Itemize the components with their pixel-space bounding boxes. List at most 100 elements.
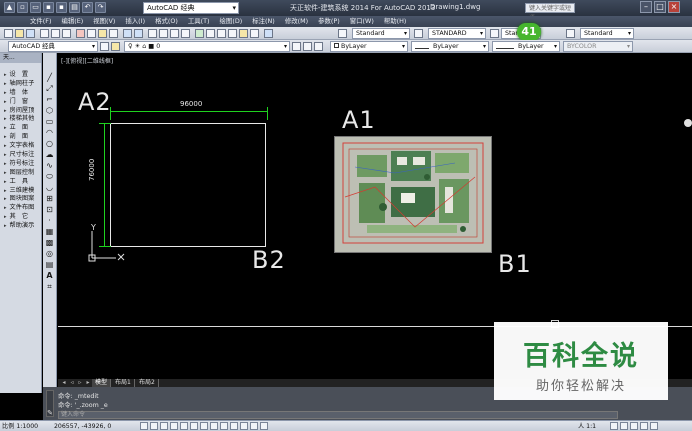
- rectangle-a2[interactable]: [110, 123, 266, 247]
- layer-previous-icon[interactable]: [303, 42, 312, 51]
- menu-parametric[interactable]: 参数(P): [318, 16, 340, 27]
- menu-window[interactable]: 窗口(W): [350, 16, 374, 27]
- workspace-switching-icon[interactable]: [610, 422, 618, 430]
- design-center-icon[interactable]: [206, 29, 215, 38]
- linetype-select[interactable]: ByLayer ▾: [411, 41, 489, 52]
- menu-edit[interactable]: 编辑(E): [61, 16, 83, 27]
- new-icon[interactable]: ▫: [17, 2, 28, 13]
- palette-item-file-layout[interactable]: 文件布图: [0, 204, 41, 213]
- region-icon[interactable]: ◎: [44, 249, 55, 258]
- spline-icon[interactable]: ∿: [44, 161, 55, 170]
- object-snap-icon[interactable]: [180, 422, 188, 430]
- lock-icon[interactable]: [620, 422, 628, 430]
- save-icon[interactable]: [26, 29, 35, 38]
- make-current-layer-icon[interactable]: [292, 42, 301, 51]
- sheet-set-icon[interactable]: [228, 29, 237, 38]
- wrench-icon[interactable]: ✎: [46, 409, 54, 417]
- ellipse-icon[interactable]: ⬭: [44, 172, 55, 181]
- help-icon[interactable]: [264, 29, 273, 38]
- navigation-bar-knob[interactable]: [684, 119, 692, 127]
- tab-next-icon[interactable]: ▹: [76, 379, 84, 387]
- save-as-icon[interactable]: ▪: [56, 2, 67, 13]
- palette-item-settings[interactable]: 设 置: [0, 71, 41, 80]
- open-icon[interactable]: [15, 29, 24, 38]
- redo-icon[interactable]: ↷: [95, 2, 106, 13]
- mleader-style-select[interactable]: Standard ▾: [580, 28, 634, 39]
- cursor-coordinates[interactable]: 206557, -43926, 0: [54, 422, 111, 431]
- dim-style-select[interactable]: STANDARD ▾: [428, 28, 486, 39]
- minimize-icon[interactable]: –: [640, 1, 652, 13]
- gradient-icon[interactable]: ▩: [44, 238, 55, 247]
- help-search-input[interactable]: 键入关键字或短语: [525, 3, 575, 22]
- tool-palettes-icon[interactable]: [217, 29, 226, 38]
- menu-help[interactable]: 帮助(H): [384, 16, 407, 27]
- workspace-switch[interactable]: AutoCAD 经典 ▾: [143, 2, 239, 14]
- layer-states-icon[interactable]: [314, 42, 323, 51]
- app-menu-icon[interactable]: ▲: [4, 2, 15, 13]
- properties-icon[interactable]: [195, 29, 204, 38]
- palette-item-other[interactable]: 其 它: [0, 213, 41, 222]
- add-selected-icon[interactable]: ⌗: [44, 282, 55, 291]
- palette-item-stairs[interactable]: 楼梯其他: [0, 115, 41, 124]
- hardware-acceleration-icon[interactable]: [630, 422, 638, 430]
- undo-icon[interactable]: [123, 29, 132, 38]
- mtext-icon[interactable]: A: [44, 271, 55, 280]
- selection-cycling-icon[interactable]: [260, 422, 268, 430]
- menu-draw[interactable]: 绘图(D): [220, 16, 243, 27]
- save-icon[interactable]: ▪: [43, 2, 54, 13]
- dim-style-icon[interactable]: [414, 29, 423, 38]
- copy-icon[interactable]: [87, 29, 96, 38]
- markup-icon[interactable]: [239, 29, 248, 38]
- polygon-icon[interactable]: ⬡: [44, 106, 55, 115]
- make-block-icon[interactable]: ⊡: [44, 205, 55, 214]
- maximize-icon[interactable]: □: [654, 1, 666, 13]
- snap-mode-icon[interactable]: [140, 422, 148, 430]
- undo-icon[interactable]: ↶: [82, 2, 93, 13]
- tab-first-icon[interactable]: ◂: [60, 379, 68, 387]
- lineweight-display-icon[interactable]: [230, 422, 238, 430]
- command-input[interactable]: 键入命令: [58, 411, 618, 419]
- annotation-scale[interactable]: 人 1:1: [578, 422, 596, 431]
- menu-modify[interactable]: 修改(M): [285, 16, 308, 27]
- tab-layout1[interactable]: 布局1: [112, 379, 135, 387]
- dynamic-ucs-icon[interactable]: [210, 422, 218, 430]
- quick-properties-icon[interactable]: [250, 422, 258, 430]
- menu-tools[interactable]: 工具(T): [188, 16, 210, 27]
- table-icon[interactable]: ▤: [44, 260, 55, 269]
- zoom-realtime-icon[interactable]: [159, 29, 168, 38]
- palette-item-help[interactable]: 帮助演示: [0, 222, 41, 231]
- revcloud-icon[interactable]: ☁: [44, 150, 55, 159]
- paste-icon[interactable]: [98, 29, 107, 38]
- point-icon[interactable]: ·: [44, 216, 55, 225]
- menu-format[interactable]: 格式(O): [155, 16, 178, 27]
- clean-screen-icon[interactable]: [650, 422, 658, 430]
- ellipse-arc-icon[interactable]: ◡: [44, 183, 55, 192]
- color-select[interactable]: ByLayer ▾: [330, 41, 408, 52]
- menu-view[interactable]: 视图(V): [93, 16, 115, 27]
- transparency-icon[interactable]: [240, 422, 248, 430]
- workspace-settings-icon[interactable]: [100, 42, 109, 51]
- lineweight-select[interactable]: ByLayer ▾: [492, 41, 560, 52]
- workspace-select[interactable]: AutoCAD 经典 ▾: [8, 41, 98, 52]
- close-icon[interactable]: ×: [668, 1, 680, 13]
- pan-icon[interactable]: [148, 29, 157, 38]
- line-icon[interactable]: ╱: [44, 73, 55, 82]
- 3d-object-snap-icon[interactable]: [190, 422, 198, 430]
- tab-last-icon[interactable]: ▸: [84, 379, 92, 387]
- insert-block-icon[interactable]: ⊞: [44, 194, 55, 203]
- menu-insert[interactable]: 插入(I): [125, 16, 145, 27]
- open-icon[interactable]: ▭: [30, 2, 41, 13]
- redo-icon[interactable]: [134, 29, 143, 38]
- rectangle-icon[interactable]: ▭: [44, 117, 55, 126]
- construction-line-icon[interactable]: ⤢: [44, 84, 55, 93]
- layer-manager-icon[interactable]: [111, 42, 120, 51]
- palette-item-section[interactable]: 剖 面: [0, 133, 41, 142]
- match-properties-icon[interactable]: [109, 29, 118, 38]
- cut-icon[interactable]: [76, 29, 85, 38]
- zoom-previous-icon[interactable]: [181, 29, 190, 38]
- new-icon[interactable]: [4, 29, 13, 38]
- palette-item-door-window[interactable]: 门 窗: [0, 98, 41, 107]
- palette-item-axis-column[interactable]: 轴网柱子: [0, 80, 41, 89]
- menu-dimension[interactable]: 标注(N): [252, 16, 275, 27]
- palette-item-symbol[interactable]: 符号标注: [0, 160, 41, 169]
